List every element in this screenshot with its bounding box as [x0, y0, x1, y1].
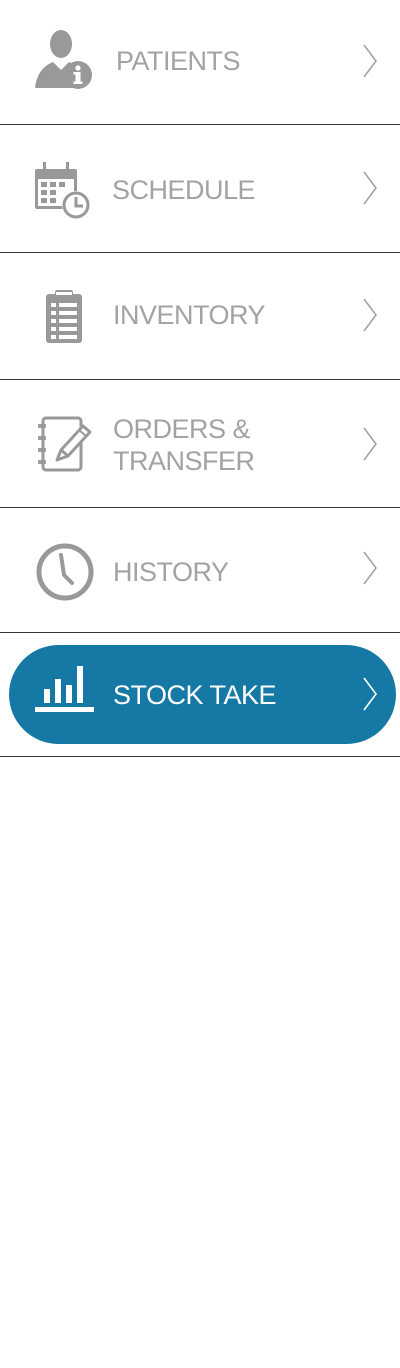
- chevron-right-icon: [363, 551, 377, 585]
- chevron-right-icon: [363, 677, 377, 711]
- notebook-pencil-icon: [38, 416, 92, 472]
- menu-item-stock-take[interactable]: STOCK TAKE: [0, 645, 400, 744]
- menu-label-stock-take: STOCK TAKE: [113, 680, 277, 710]
- clipboard-list-icon: [46, 290, 82, 343]
- menu-item-orders-transfer[interactable]: ORDERS & TRANSFER: [0, 380, 400, 507]
- patient-info-icon: [35, 30, 92, 89]
- divider: [0, 756, 400, 757]
- menu-label-history: HISTORY: [113, 557, 229, 587]
- menu-item-schedule[interactable]: SCHEDULE: [0, 125, 400, 252]
- menu-label-inventory: INVENTORY: [113, 300, 266, 330]
- menu-item-inventory[interactable]: INVENTORY: [0, 253, 400, 379]
- calendar-clock-icon: [35, 162, 90, 219]
- menu-item-history[interactable]: HISTORY: [0, 508, 400, 632]
- chevron-right-icon: [363, 298, 377, 332]
- menu-label-orders-line1: ORDERS &: [113, 414, 251, 444]
- clock-icon: [36, 543, 94, 601]
- chevron-right-icon: [363, 427, 377, 461]
- divider: [0, 632, 400, 633]
- menu-label-orders-line2: TRANSFER: [113, 446, 255, 476]
- menu-label-schedule: SCHEDULE: [112, 175, 256, 205]
- chevron-right-icon: [363, 44, 377, 78]
- chevron-right-icon: [363, 171, 377, 205]
- menu-label-patients: PATIENTS: [116, 46, 241, 76]
- menu-item-patients[interactable]: PATIENTS: [0, 0, 400, 124]
- bar-chart-icon: [35, 666, 94, 712]
